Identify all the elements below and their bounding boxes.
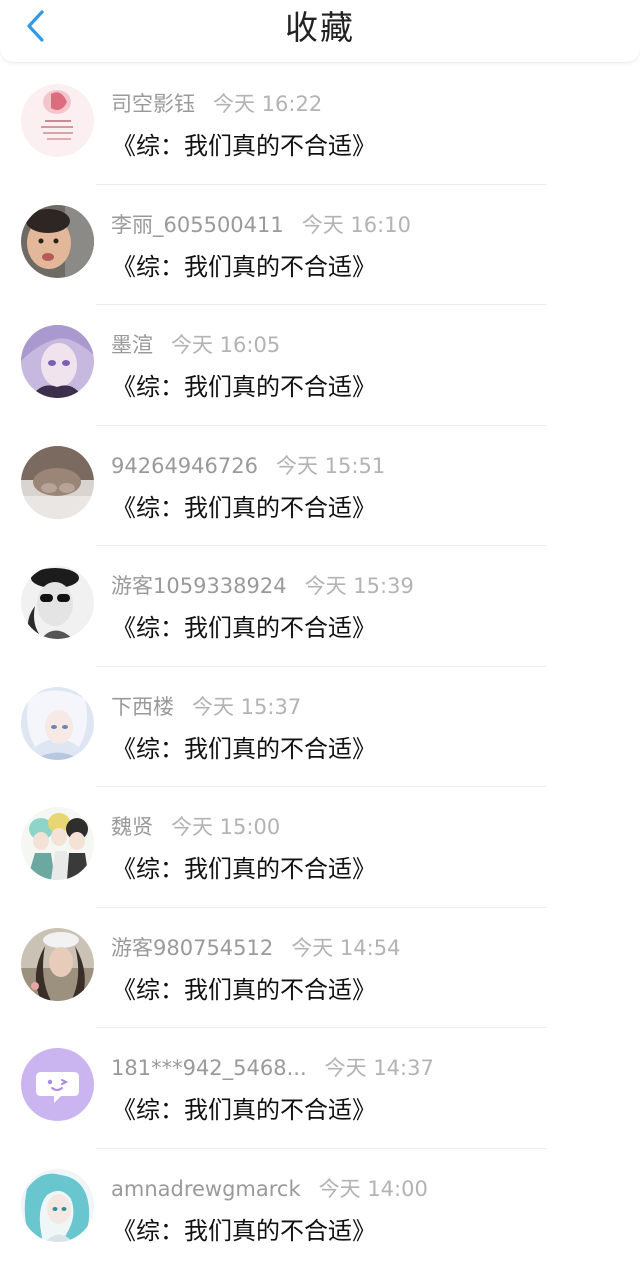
username: 下西楼 bbox=[111, 695, 174, 719]
avatar[interactable] bbox=[21, 84, 94, 157]
username: 181***942_5468... bbox=[111, 1056, 307, 1080]
book-title[interactable]: 《综：我们真的不合适》 bbox=[112, 126, 376, 161]
username: 墨渲 bbox=[111, 333, 153, 357]
timestamp: 今天 16:05 bbox=[171, 333, 280, 357]
list-item[interactable]: 墨渲今天 16:05 《综：我们真的不合适》 bbox=[0, 305, 640, 426]
timestamp: 今天 16:22 bbox=[213, 92, 322, 116]
list-item[interactable]: 游客980754512 今天 14:54 《综：我们真的不合适》 bbox=[0, 908, 640, 1029]
book-title[interactable]: 《综：我们真的不合适》 bbox=[112, 488, 376, 523]
avatar[interactable] bbox=[21, 687, 94, 760]
timestamp: 今天 14:54 bbox=[291, 936, 400, 960]
avatar[interactable] bbox=[21, 566, 94, 639]
list-item[interactable]: 魏贤今天 15:00 《综：我们真的不合适》 bbox=[0, 787, 640, 908]
username: 魏贤 bbox=[111, 815, 153, 839]
timestamp: 今天 15:39 bbox=[305, 574, 414, 598]
book-title[interactable]: 《综：我们真的不合适》 bbox=[112, 970, 376, 1005]
book-title[interactable]: 《综：我们真的不合适》 bbox=[112, 729, 376, 764]
book-title[interactable]: 《综：我们真的不合适》 bbox=[112, 1090, 376, 1125]
list-item[interactable]: 李丽_605500411 今天 16:10 《综：我们真的不合适》 bbox=[0, 185, 640, 306]
book-title[interactable]: 《综：我们真的不合适》 bbox=[112, 247, 376, 282]
timestamp: 今天 15:00 bbox=[171, 815, 280, 839]
page-title: 收藏 bbox=[0, 5, 640, 51]
avatar[interactable] bbox=[21, 807, 94, 880]
avatar[interactable] bbox=[21, 1048, 94, 1121]
list-item[interactable]: 下西楼今天 15:37 《综：我们真的不合适》 bbox=[0, 667, 640, 788]
avatar[interactable] bbox=[21, 1169, 94, 1242]
username: 司空影钰 bbox=[111, 92, 195, 116]
timestamp: 今天 15:51 bbox=[276, 454, 385, 478]
book-title[interactable]: 《综：我们真的不合适》 bbox=[112, 608, 376, 643]
timestamp: 今天 16:10 bbox=[302, 213, 411, 237]
book-title[interactable]: 《综：我们真的不合适》 bbox=[112, 367, 376, 402]
username: 李丽_605500411 bbox=[111, 213, 284, 237]
avatar[interactable] bbox=[21, 325, 94, 398]
book-title[interactable]: 《综：我们真的不合适》 bbox=[112, 1211, 376, 1246]
avatar[interactable] bbox=[21, 928, 94, 1001]
avatar[interactable] bbox=[21, 205, 94, 278]
list-item[interactable]: 94264946726 今天 15:51 《综：我们真的不合适》 bbox=[0, 426, 640, 547]
timestamp: 今天 14:00 bbox=[319, 1177, 428, 1201]
timestamp: 今天 14:37 bbox=[325, 1056, 434, 1080]
username: 游客980754512 bbox=[111, 936, 273, 960]
list-item[interactable]: 181***942_5468... 今天 14:37 《综：我们真的不合适》 bbox=[0, 1028, 640, 1149]
username: 游客1059338924 bbox=[111, 574, 287, 598]
header-bar: 收藏 bbox=[0, 0, 640, 63]
timestamp: 今天 15:37 bbox=[192, 695, 301, 719]
book-title[interactable]: 《综：我们真的不合适》 bbox=[112, 849, 376, 884]
list-item[interactable]: 司空影钰今天 16:22 《综：我们真的不合适》 bbox=[0, 64, 640, 185]
username: amnadrewgmarck bbox=[111, 1177, 301, 1201]
username: 94264946726 bbox=[111, 454, 258, 478]
list-item[interactable]: 游客1059338924 今天 15:39 《综：我们真的不合适》 bbox=[0, 546, 640, 667]
favorites-list: 司空影钰今天 16:22 《综：我们真的不合适》 李丽_605500411 今天 … bbox=[0, 64, 640, 1269]
avatar[interactable] bbox=[21, 446, 94, 519]
list-item[interactable]: amnadrewgmarck 今天 14:00 《综：我们真的不合适》 bbox=[0, 1149, 640, 1269]
